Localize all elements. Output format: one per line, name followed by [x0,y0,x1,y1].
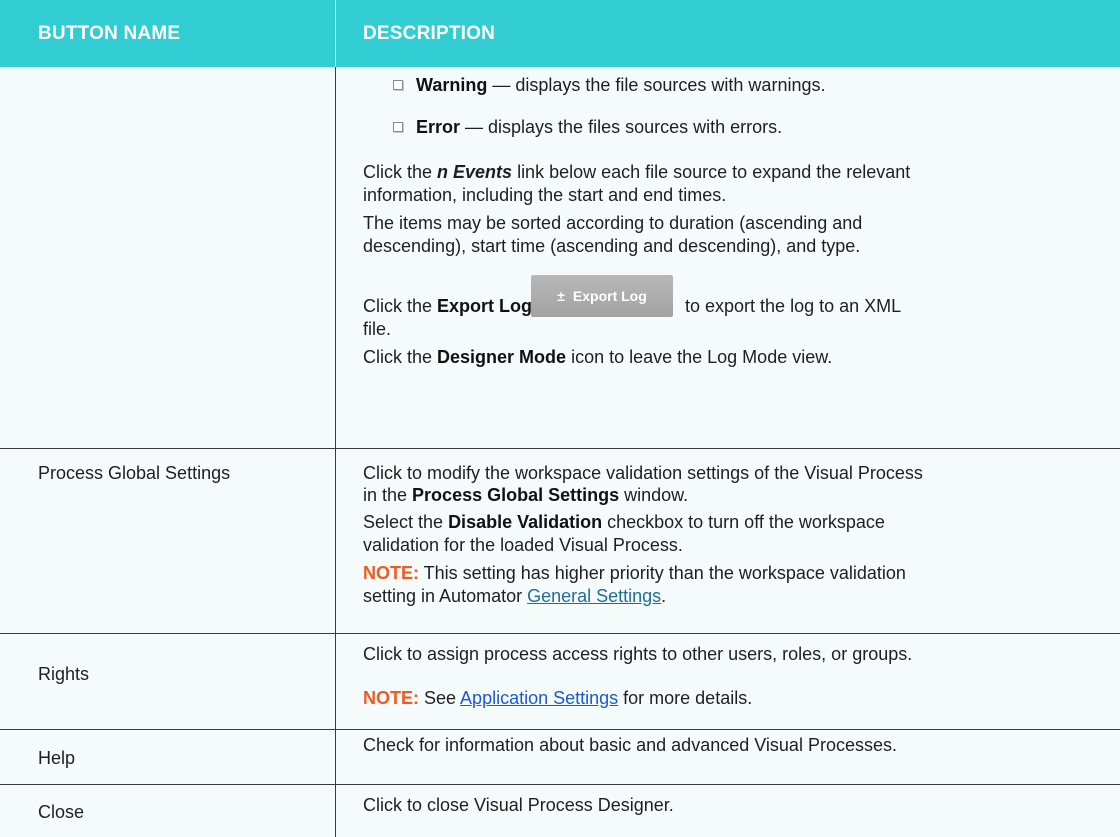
help-desc: Check for information about basic and ad… [363,735,897,755]
events-paragraph-line2: information, including the start and end… [363,185,727,205]
button-name-rights: Rights [38,664,90,684]
export-log-button-label: Export Log [572,288,647,304]
header-cell-button-name: BUTTON NAME [0,0,336,67]
disable-validation-line1: Select the Disable Validation checkbox t… [363,512,885,532]
button-name-help: Help [38,748,76,768]
table-header: BUTTON NAME DESCRIPTION [0,0,1120,67]
bullet-error: Error — displays the files sources with … [416,117,783,137]
note-label: NOTE: [363,563,419,583]
header-cell-description: DESCRIPTION [336,0,1120,67]
export-log-button[interactable]: ± Export Log [531,275,673,317]
table-row-log-mode: Warning — displays the file sources with… [0,67,1120,449]
sort-paragraph-line1: The items may be sorted according to dur… [363,213,863,233]
button-name-close: Close [38,802,85,822]
application-settings-link[interactable]: Application Settings [460,688,618,708]
export-paragraph-suffix: to export the log to an XML [685,296,902,316]
designer-mode-paragraph: Click the Designer Mode icon to leave th… [363,347,833,367]
header-description-label: DESCRIPTION [363,23,496,44]
button-name-process-global-settings: Process Global Settings [38,463,231,483]
button-name-cell [0,67,336,448]
rights-desc: Click to assign process access rights to… [363,644,913,664]
button-description-table: BUTTON NAME DESCRIPTION Warning — displa… [0,0,1120,837]
note-label: NOTE: [363,688,419,708]
button-name-cell: Process Global Settings [0,449,336,633]
global-desc-line1: Click to modify the workspace validation… [363,463,923,483]
export-paragraph-line2: file. [363,319,392,339]
table-row-rights: Rights Click to assign process access ri… [0,634,1120,730]
button-name-cell: Close [0,785,336,837]
global-note-line2: setting in Automator General Settings. [363,586,667,606]
bullet-square-icon [393,122,403,132]
global-note-line1: NOTE: This setting has higher priority t… [363,563,906,583]
disable-validation-line2: validation for the loaded Visual Process… [363,535,683,555]
button-name-cell: Help [0,730,336,784]
bullet-square-icon [393,80,403,90]
rights-note: NOTE: See Application Settings for more … [363,688,753,708]
button-name-cell: Rights [0,634,336,729]
header-button-name-label: BUTTON NAME [38,23,181,44]
table-row-help: Help Check for information about basic a… [0,730,1120,785]
table-row-process-global-settings: Process Global Settings Click to modify … [0,449,1120,634]
global-desc-line2: in the Process Global Settings window. [363,485,689,505]
sort-paragraph-line2: descending), start time (ascending and d… [363,236,861,256]
events-paragraph-line1: Click the n Events link below each file … [363,162,911,182]
bullet-warning: Warning — displays the file sources with… [416,75,826,95]
close-desc: Click to close Visual Process Designer. [363,795,674,815]
general-settings-link[interactable]: General Settings [527,586,661,606]
plus-minus-icon: ± [557,288,565,304]
table-row-close: Close Click to close Visual Process Desi… [0,785,1120,837]
